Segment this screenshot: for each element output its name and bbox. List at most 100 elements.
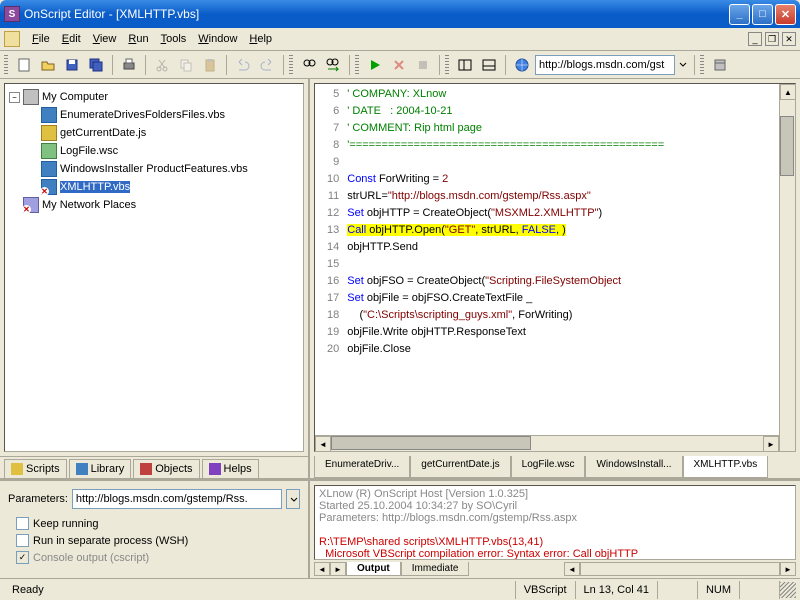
editor-tab[interactable]: WindowsInstall... xyxy=(585,456,682,478)
paste-button[interactable] xyxy=(199,54,221,76)
new-button[interactable] xyxy=(13,54,35,76)
tab-library[interactable]: Library xyxy=(69,459,132,478)
editor-tab[interactable]: XMLHTTP.vbs xyxy=(683,456,769,478)
find-next-button[interactable] xyxy=(322,54,344,76)
tree-node-my-computer[interactable]: − My Computer xyxy=(9,88,299,106)
toggle-panel-button[interactable] xyxy=(454,54,476,76)
tree-item[interactable]: EnumerateDrivesFoldersFiles.vbs xyxy=(9,106,299,124)
file-icon xyxy=(41,143,57,159)
menu-help[interactable]: Help xyxy=(243,31,278,47)
tree-item[interactable]: XMLHTTP.vbs xyxy=(9,178,299,196)
tab-objects[interactable]: Objects xyxy=(133,459,199,478)
menu-tools[interactable]: Tools xyxy=(155,31,193,47)
tree-label: WindowsInstaller ProductFeatures.vbs xyxy=(60,163,248,175)
panel-tabs: Scripts Library Objects Helps xyxy=(0,456,308,478)
keep-running-label: Keep running xyxy=(33,518,98,530)
tree-label: XMLHTTP.vbs xyxy=(60,181,130,193)
toolbar-grip-3[interactable] xyxy=(355,55,359,75)
tree-node-network[interactable]: My Network Places xyxy=(9,196,299,214)
toolbar-grip[interactable] xyxy=(4,55,8,75)
save-all-button[interactable] xyxy=(85,54,107,76)
mdi-restore-button[interactable]: ❐ xyxy=(765,32,779,46)
editor-tab[interactable]: EnumerateDriv... xyxy=(314,456,410,478)
code-content[interactable]: ' COMPANY: XLnow' DATE : 2004-10-21' COM… xyxy=(347,84,779,435)
save-button[interactable] xyxy=(61,54,83,76)
file-tree[interactable]: − My Computer EnumerateDrivesFoldersFile… xyxy=(4,83,304,452)
keep-running-checkbox[interactable] xyxy=(16,517,29,530)
window-title: OnScript Editor - [XMLHTTP.vbs] xyxy=(24,7,729,21)
tree-label: LogFile.wsc xyxy=(60,145,118,157)
tree-label: EnumerateDrivesFoldersFiles.vbs xyxy=(60,109,225,121)
find-button[interactable] xyxy=(298,54,320,76)
status-position: Ln 13, Col 41 xyxy=(576,581,658,599)
output-nav-prev-button[interactable]: ◄ xyxy=(314,562,330,576)
mdi-close-button[interactable]: ✕ xyxy=(782,32,796,46)
toolbar-grip-4[interactable] xyxy=(445,55,449,75)
editor-tab[interactable]: getCurrentDate.js xyxy=(410,456,510,478)
mdi-minimize-button[interactable]: _ xyxy=(748,32,762,46)
tree-item[interactable]: LogFile.wsc xyxy=(9,142,299,160)
scroll-thumb[interactable] xyxy=(780,116,794,176)
url-input[interactable] xyxy=(535,55,675,75)
output-nav-next-button[interactable]: ► xyxy=(330,562,346,576)
minimize-button[interactable]: _ xyxy=(729,4,750,25)
statusbar: Ready VBScript Ln 13, Col 41 NUM xyxy=(0,578,800,600)
computer-icon xyxy=(23,89,39,105)
toolbar xyxy=(0,51,800,79)
parameters-input[interactable] xyxy=(72,489,282,509)
editor-tabs: EnumerateDriv...getCurrentDate.jsLogFile… xyxy=(310,456,800,478)
left-panel: − My Computer EnumerateDrivesFoldersFile… xyxy=(0,79,310,478)
file-icon xyxy=(41,161,57,177)
horizontal-scrollbar[interactable]: ◄ ► xyxy=(315,435,779,451)
copy-button[interactable] xyxy=(175,54,197,76)
toolbar-grip-2[interactable] xyxy=(289,55,293,75)
tab-immediate[interactable]: Immediate xyxy=(401,562,470,576)
url-dropdown-icon[interactable] xyxy=(677,55,689,75)
tab-output[interactable]: Output xyxy=(346,562,401,576)
tree-label: getCurrentDate.js xyxy=(60,127,146,139)
console-output-checkbox: ✓ xyxy=(16,551,29,564)
tree-item[interactable]: WindowsInstaller ProductFeatures.vbs xyxy=(9,160,299,178)
print-button[interactable] xyxy=(118,54,140,76)
menu-file[interactable]: File xyxy=(26,31,56,47)
tree-label: My Computer xyxy=(42,91,108,103)
browser-button[interactable] xyxy=(511,54,533,76)
menu-view[interactable]: View xyxy=(87,31,123,47)
menu-run[interactable]: Run xyxy=(122,31,154,47)
scroll-left-icon[interactable]: ◄ xyxy=(315,436,331,451)
tree-item[interactable]: getCurrentDate.js xyxy=(9,124,299,142)
pause-button[interactable] xyxy=(412,54,434,76)
undo-button[interactable] xyxy=(232,54,254,76)
close-button[interactable]: ✕ xyxy=(775,4,796,25)
stop-button[interactable] xyxy=(388,54,410,76)
tab-scripts[interactable]: Scripts xyxy=(4,459,67,478)
code-editor[interactable]: 567891011121314151617181920 ' COMPANY: X… xyxy=(314,83,796,452)
redo-button[interactable] xyxy=(256,54,278,76)
toolbar-grip-5[interactable] xyxy=(700,55,704,75)
output-scroll-right-icon[interactable]: ► xyxy=(780,562,796,576)
tab-helps[interactable]: Helps xyxy=(202,459,259,478)
toggle-output-button[interactable] xyxy=(478,54,500,76)
collapse-icon[interactable]: − xyxy=(9,92,20,103)
maximize-button[interactable]: □ xyxy=(752,4,773,25)
separate-process-checkbox[interactable] xyxy=(16,534,29,547)
line-numbers: 567891011121314151617181920 xyxy=(315,84,347,435)
resize-grip[interactable] xyxy=(780,582,796,598)
menu-window[interactable]: Window xyxy=(192,31,243,47)
output-scroll-left-icon[interactable]: ◄ xyxy=(564,562,580,576)
doc-icon xyxy=(4,31,20,47)
menu-edit[interactable]: Edit xyxy=(56,31,87,47)
vertical-scrollbar[interactable]: ▲ xyxy=(779,84,795,451)
file-icon xyxy=(41,179,57,195)
scroll-right-icon[interactable]: ► xyxy=(763,436,779,451)
cut-button[interactable] xyxy=(151,54,173,76)
separate-process-label: Run in separate process (WSH) xyxy=(33,535,188,547)
open-button[interactable] xyxy=(37,54,59,76)
scroll-up-icon[interactable]: ▲ xyxy=(780,84,796,100)
status-numlock: NUM xyxy=(698,581,740,599)
run-button[interactable] xyxy=(364,54,386,76)
options-button[interactable] xyxy=(709,54,731,76)
output-content[interactable]: XLnow (R) OnScript Host [Version 1.0.325… xyxy=(314,485,796,560)
params-dropdown-icon[interactable] xyxy=(286,489,300,509)
editor-tab[interactable]: LogFile.wsc xyxy=(511,456,586,478)
